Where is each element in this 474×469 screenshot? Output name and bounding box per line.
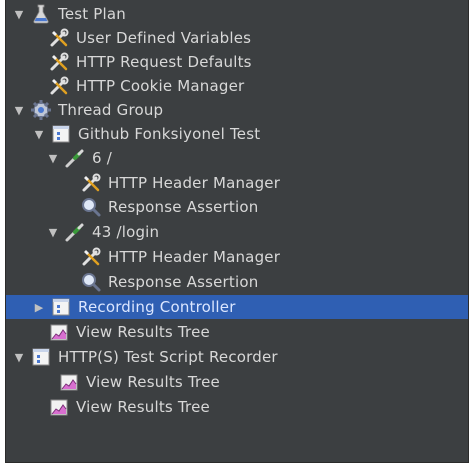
tree-node-recording-controller[interactable]: ▶ Recording Controller [6, 295, 468, 319]
tree-node-label: Response Assertion [108, 273, 259, 291]
tree-node-label: HTTP Request Defaults [76, 53, 252, 71]
expand-toggle-icon[interactable]: ▼ [12, 7, 26, 21]
magnifier-icon [80, 196, 102, 218]
tree-node-response-assertion[interactable]: Response Assertion [6, 270, 468, 294]
gear-icon [30, 99, 52, 121]
tree-node-http-cookie-manager[interactable]: HTTP Cookie Manager [6, 74, 468, 98]
tree-node-view-results-tree[interactable]: View Results Tree [6, 320, 468, 344]
tree-node-label: HTTP(S) Test Script Recorder [58, 348, 278, 366]
tree-node-sampler-43[interactable]: ▼ 43 /login [6, 220, 468, 244]
collapse-toggle-icon[interactable]: ▶ [32, 300, 46, 314]
tree-node-label: HTTP Header Manager [108, 248, 281, 266]
controller-icon [50, 296, 72, 318]
expand-toggle-icon[interactable]: ▼ [32, 127, 46, 141]
tree-node-view-results-tree[interactable]: View Results Tree [6, 370, 468, 394]
tree-node-label: View Results Tree [76, 323, 210, 341]
tree-node-label: HTTP Header Manager [108, 174, 281, 192]
wrench-screwdriver-icon [48, 75, 70, 97]
tree-node-label: Response Assertion [108, 198, 259, 216]
flask-icon [30, 3, 52, 25]
wrench-screwdriver-icon [80, 246, 102, 268]
tree-node-label: 6 / [92, 149, 112, 167]
tree-node-test-plan[interactable]: ▼ Test Plan [6, 2, 468, 26]
pipette-icon [64, 147, 86, 169]
tree-node-label: 43 /login [92, 223, 160, 241]
tree-node-label: Test Plan [58, 5, 127, 23]
expand-toggle-icon[interactable]: ▼ [12, 103, 26, 117]
tree-node-label: Recording Controller [78, 298, 236, 316]
tree-node-thread-group[interactable]: ▼ Thread Group [6, 98, 468, 122]
graph-icon [48, 321, 70, 343]
wrench-screwdriver-icon [48, 27, 70, 49]
tree-node-user-defined-variables[interactable]: User Defined Variables [6, 26, 468, 50]
tree-node-github-fonksiyonel-test[interactable]: ▼ Github Fonksiyonel Test [6, 122, 468, 146]
magnifier-icon [80, 271, 102, 293]
test-plan-tree-panel: ▼ Test Plan User Defined Variables HTTP … [5, 0, 469, 463]
tree-node-label: View Results Tree [86, 373, 220, 391]
expand-toggle-icon[interactable]: ▼ [46, 151, 60, 165]
tree-node-label: Thread Group [58, 101, 164, 119]
tree-node-label: Github Fonksiyonel Test [78, 125, 261, 143]
pipette-icon [64, 221, 86, 243]
expand-toggle-icon[interactable]: ▼ [46, 225, 60, 239]
tree-node-http-header-manager[interactable]: HTTP Header Manager [6, 171, 468, 195]
tree-node-sampler-6[interactable]: ▼ 6 / [6, 146, 468, 170]
controller-icon [30, 346, 52, 368]
tree-node-label: HTTP Cookie Manager [76, 77, 245, 95]
tree-node-response-assertion[interactable]: Response Assertion [6, 195, 468, 219]
graph-icon [48, 396, 70, 418]
tree-node-view-results-tree[interactable]: View Results Tree [6, 395, 468, 419]
tree-node-script-recorder[interactable]: ▼ HTTP(S) Test Script Recorder [6, 345, 468, 369]
expand-toggle-icon[interactable]: ▼ [12, 350, 26, 364]
tree-node-label: User Defined Variables [76, 29, 252, 47]
wrench-screwdriver-icon [48, 51, 70, 73]
graph-icon [58, 371, 80, 393]
tree-node-label: View Results Tree [76, 398, 210, 416]
tree-node-http-request-defaults[interactable]: HTTP Request Defaults [6, 50, 468, 74]
controller-icon [50, 123, 72, 145]
wrench-screwdriver-icon [80, 172, 102, 194]
tree-node-http-header-manager[interactable]: HTTP Header Manager [6, 245, 468, 269]
